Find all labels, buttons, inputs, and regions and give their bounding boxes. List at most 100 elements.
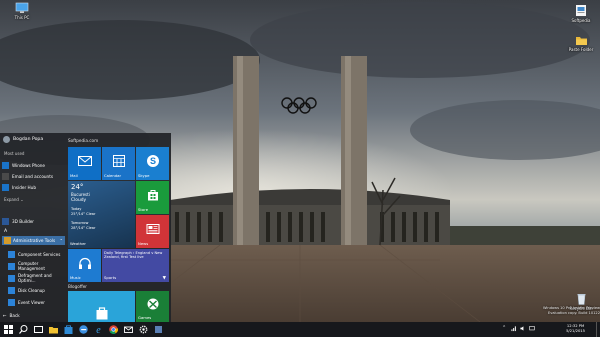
app-windows-phone[interactable]: Windows Phone xyxy=(2,161,64,170)
clock-date: 5/21/2015 xyxy=(566,329,585,333)
tile-music[interactable]: Music xyxy=(68,249,101,282)
component-services-icon xyxy=(8,250,15,258)
app-3d-builder[interactable]: 3D Builder xyxy=(2,217,64,226)
task-view-button[interactable] xyxy=(33,324,44,335)
desktop-icon-label: Softpedia xyxy=(571,18,591,23)
start-menu: Bogdan Popa Most used Windows Phone Emai… xyxy=(0,133,171,322)
computer-icon xyxy=(15,2,29,13)
taskbar-app-chrome[interactable] xyxy=(108,324,119,335)
cube-icon xyxy=(2,218,9,225)
tile-mail[interactable]: Mail xyxy=(68,147,101,180)
back-button[interactable]: ← Back xyxy=(3,313,20,318)
app-label: Windows Phone xyxy=(12,163,45,168)
taskbar-app-edge[interactable] xyxy=(78,324,89,335)
search-icon xyxy=(19,325,28,334)
recycle-bin-icon xyxy=(577,294,585,305)
app-icon xyxy=(155,326,162,333)
user-name: Bogdan Popa xyxy=(13,137,44,142)
desktop-icon-label: Paste Folder xyxy=(568,47,594,52)
tile-group-title[interactable]: Softpedia.com xyxy=(68,138,98,143)
folder-label: Administrative Tools xyxy=(13,238,56,243)
arrow-left-icon: ← xyxy=(3,313,7,318)
desktop-icon-this-pc[interactable]: This PC xyxy=(2,2,42,20)
shopping-bag-icon xyxy=(147,189,158,201)
letter-header-a[interactable]: A xyxy=(4,229,7,234)
tile-store[interactable]: Store xyxy=(136,181,169,214)
desktop-icon-paste-folder[interactable]: Paste Folder xyxy=(561,34,600,52)
app-computer-management[interactable]: Computer Management xyxy=(8,261,65,271)
settings-icon xyxy=(139,325,148,334)
taskbar-app-internet-explorer[interactable]: e xyxy=(93,324,104,335)
show-desktop-button[interactable] xyxy=(596,322,600,337)
tile-shop[interactable] xyxy=(68,291,135,322)
taskbar-app-generic[interactable] xyxy=(153,324,164,335)
app-event-viewer[interactable]: Event Viewer xyxy=(8,297,65,307)
network-icon[interactable] xyxy=(511,325,517,332)
calendar-icon xyxy=(112,154,125,167)
sports-headline: Daily Telegraph › England v New Zealand,… xyxy=(104,251,163,260)
chevron-up-icon: ⌃ xyxy=(59,238,63,243)
chevron-up-icon[interactable]: ⌃ xyxy=(502,325,508,332)
shortcut-icon xyxy=(576,5,586,16)
weather-today-value: 25°/14° Clear xyxy=(71,212,96,216)
tile-calendar[interactable]: Calendar xyxy=(102,147,135,180)
app-label: 3D Builder xyxy=(12,219,35,224)
back-label: Back xyxy=(9,313,20,318)
taskbar-app-settings[interactable] xyxy=(138,324,149,335)
app-defragment[interactable]: Defragment and Optimi... xyxy=(8,273,65,283)
app-label: Insider Hub xyxy=(12,185,36,190)
desktop-icon-label: This PC xyxy=(14,15,30,20)
tile-label: Store xyxy=(138,207,149,212)
chrome-icon xyxy=(109,325,118,334)
app-disk-cleanup[interactable]: Disk Cleanup xyxy=(8,285,65,295)
user-account-button[interactable]: Bogdan Popa xyxy=(3,136,43,143)
svg-text:S: S xyxy=(149,156,155,166)
tile-weather[interactable]: 24° Bucuresti Cloudy Today 25°/14° Clear… xyxy=(68,181,135,248)
taskbar-app-mail[interactable] xyxy=(123,324,134,335)
tile-skype[interactable]: S Skype xyxy=(136,147,169,180)
tile-games[interactable]: Games xyxy=(136,291,169,322)
store-icon xyxy=(64,325,73,334)
edge-browser-icon xyxy=(79,325,88,334)
app-label: Event Viewer xyxy=(18,299,45,305)
internet-explorer-icon: e xyxy=(96,325,101,335)
system-tray: ⌃ xyxy=(502,325,535,332)
tile-label: Sports xyxy=(104,275,117,280)
app-label: Component Services xyxy=(18,251,61,257)
tile-sports[interactable]: Daily Telegraph › England v New Zealand,… xyxy=(102,249,169,282)
tile-label: Calendar xyxy=(104,173,122,178)
phone-icon xyxy=(2,162,9,169)
mail-icon xyxy=(77,155,92,166)
weather-today-label: Today xyxy=(71,207,82,211)
app-label: Disk Cleanup xyxy=(18,287,45,293)
app-email-and-accounts[interactable]: Email and accounts xyxy=(2,172,64,181)
svg-text:e: e xyxy=(96,325,101,335)
xbox-icon xyxy=(147,298,158,310)
app-insider-hub[interactable]: Insider Hub xyxy=(2,183,64,192)
tile-news[interactable]: News xyxy=(136,215,169,248)
desktop-icon-softpedia[interactable]: Softpedia xyxy=(561,4,600,23)
mail-icon xyxy=(124,326,133,333)
tile-label: Music xyxy=(70,275,81,280)
notification-icon[interactable] xyxy=(529,325,535,332)
tile-label: Weather xyxy=(70,241,86,246)
taskbar-app-file-explorer[interactable] xyxy=(48,324,59,335)
weather-temperature: 24° xyxy=(71,183,84,191)
search-button[interactable] xyxy=(18,324,29,335)
evaluation-watermark: Windows 10 Pro Insider Preview Evaluatio… xyxy=(530,306,600,315)
tile-group-title[interactable]: Blogoffer xyxy=(68,284,87,289)
weather-city: Bucuresti xyxy=(71,192,90,197)
tile-label: Mail xyxy=(70,173,78,178)
clock[interactable]: 12:32 PM 5/21/2015 xyxy=(566,324,585,334)
event-viewer-icon xyxy=(8,298,15,306)
app-component-services[interactable]: Component Services xyxy=(8,249,65,259)
taskbar-app-store[interactable] xyxy=(63,324,74,335)
start-menu-left-column: Bogdan Popa Most used Windows Phone Emai… xyxy=(0,133,66,322)
volume-icon[interactable] xyxy=(520,325,526,332)
app-label: Defragment and Optimi... xyxy=(18,273,52,283)
expand-button[interactable]: Expand ⌄ xyxy=(4,197,24,202)
start-button[interactable] xyxy=(3,324,14,335)
tile-label: News xyxy=(138,241,149,246)
folder-icon xyxy=(4,237,11,244)
folder-administrative-tools[interactable]: Administrative Tools ⌃ xyxy=(2,236,65,245)
